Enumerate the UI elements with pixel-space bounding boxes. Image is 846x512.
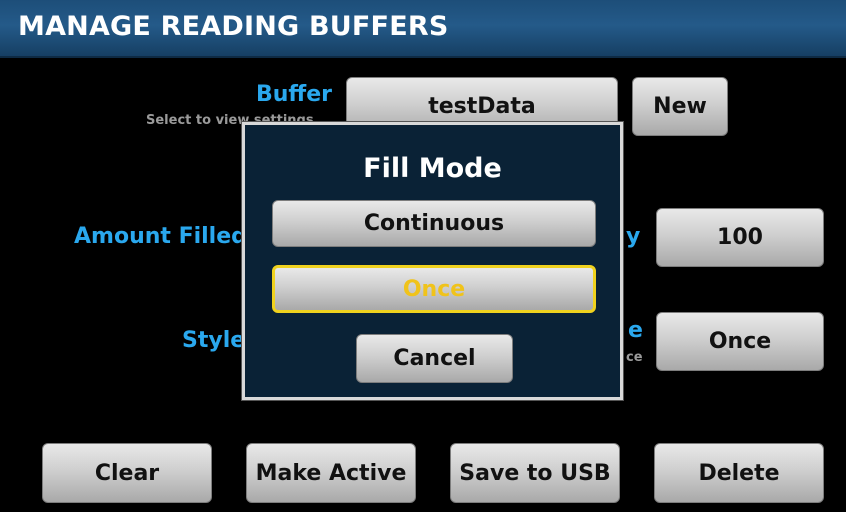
option-once-button[interactable]: Once <box>272 265 596 313</box>
cancel-button[interactable]: Cancel <box>356 334 513 383</box>
dialog-title: Fill Mode <box>363 153 502 184</box>
title-bar: MANAGE READING BUFFERS <box>0 0 846 58</box>
style-label: Style <box>182 328 246 353</box>
save-to-usb-button[interactable]: Save to USB <box>450 443 620 503</box>
screen: MANAGE READING BUFFERS Buffer Select to … <box>0 0 846 512</box>
buffer-label: Buffer <box>255 82 332 107</box>
fill-mode-dialog: Fill Mode Continuous Once Cancel <box>242 122 623 400</box>
capacity-label: y <box>626 224 641 249</box>
fill-mode-hint: ce <box>626 350 643 365</box>
page-title: MANAGE READING BUFFERS <box>18 11 449 42</box>
fill-mode-label: e <box>628 318 643 343</box>
capacity-button[interactable]: 100 <box>656 208 824 267</box>
amount-filled-label: Amount Filled <box>74 224 247 249</box>
make-active-button[interactable]: Make Active <box>246 443 416 503</box>
new-buffer-button[interactable]: New <box>632 77 728 136</box>
option-continuous-button[interactable]: Continuous <box>272 200 596 247</box>
clear-button[interactable]: Clear <box>42 443 212 503</box>
delete-button[interactable]: Delete <box>654 443 824 503</box>
fill-mode-button[interactable]: Once <box>656 312 824 371</box>
